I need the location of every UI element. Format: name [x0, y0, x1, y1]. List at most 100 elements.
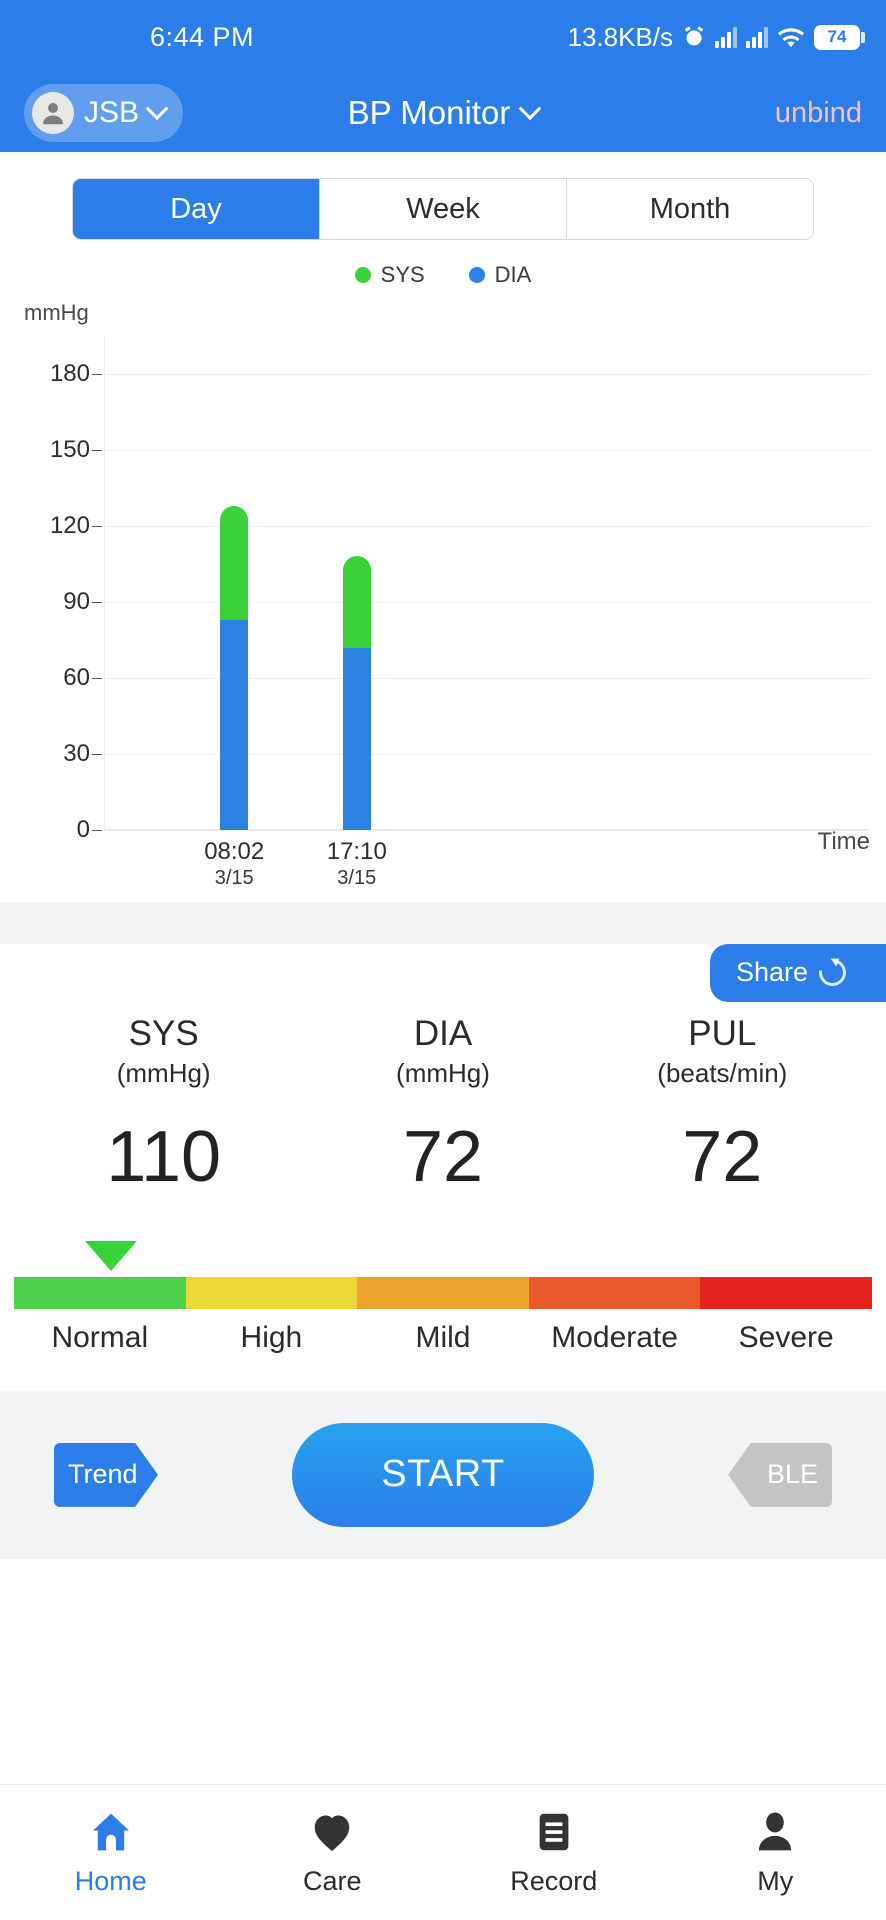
page-title-label: BP Monitor	[347, 94, 511, 131]
y-axis-tick: 180	[49, 360, 103, 387]
signal-bars-icon	[715, 26, 737, 48]
risk-scale: Normal High Mild Moderate Severe	[0, 1237, 886, 1355]
legend-dot-dia	[468, 267, 485, 283]
y-axis-tick: 150	[49, 436, 103, 463]
status-bar: 6:44 PM 13.8KB/s 74	[0, 0, 886, 74]
chart-plot-area[interactable]: 180 150 120 90 60 30 0 08:02 3/15 17:10 3/15	[50, 336, 870, 889]
ble-button[interactable]: BLE	[728, 1442, 832, 1507]
chart-gridline	[104, 754, 870, 755]
y-axis-tick: 90	[63, 588, 102, 615]
section-divider	[0, 902, 886, 944]
tab-day[interactable]: Day	[73, 179, 320, 239]
range-segmented-control: Day Week Month	[72, 178, 814, 240]
metric-sys: SYS (mmHg) 110	[24, 1012, 303, 1193]
risk-labels-row: Normal High Mild Moderate Severe	[14, 1321, 872, 1355]
risk-segment	[700, 1276, 872, 1309]
tab-month[interactable]: Month	[567, 179, 813, 239]
heart-icon	[309, 1808, 355, 1856]
chart-gridline	[104, 678, 870, 679]
risk-segment	[185, 1276, 358, 1309]
nav-item-my[interactable]: My	[665, 1808, 886, 1897]
chevron-down-icon	[145, 97, 169, 121]
nav-label-home: Home	[74, 1866, 147, 1896]
record-list-icon	[531, 1808, 577, 1856]
chart-bar-sys-segment	[342, 556, 371, 648]
risk-segment-label: High	[240, 1320, 303, 1354]
risk-segment	[357, 1276, 529, 1309]
nav-label-record: Record	[510, 1866, 598, 1896]
network-speed-label: 13.8KB/s	[567, 21, 673, 52]
x-axis-date: 3/15	[214, 866, 254, 889]
y-axis-tick: 120	[49, 512, 103, 539]
unbind-button[interactable]: unbind	[775, 97, 862, 130]
tab-week[interactable]: Week	[320, 179, 567, 239]
chart-gridline	[104, 602, 870, 603]
chart-legend: SYS DIA	[0, 262, 886, 288]
chart-bar-sys-segment	[220, 505, 249, 620]
risk-segment-label: Moderate	[551, 1320, 678, 1354]
user-avatar-icon	[32, 92, 74, 134]
metric-sys-unit: (mmHg)	[116, 1057, 211, 1088]
status-indicators: 13.8KB/s 74	[567, 21, 865, 53]
nav-label-my: My	[757, 1866, 794, 1896]
start-measure-button[interactable]: START	[292, 1422, 594, 1527]
refresh-share-icon	[813, 953, 852, 992]
risk-pointer-icon	[85, 1240, 138, 1271]
metric-pul: PUL (beats/min) 72	[583, 1012, 862, 1193]
y-axis-unit-label: mmHg	[24, 300, 89, 325]
user-profile-chip[interactable]: JSB	[24, 84, 184, 142]
range-selector-wrap: Day Week Month	[0, 152, 886, 240]
risk-segment-label: Normal	[51, 1320, 149, 1354]
risk-color-bar	[14, 1276, 872, 1309]
person-icon	[752, 1808, 798, 1856]
chart-bar[interactable]	[342, 556, 371, 830]
chevron-down-icon	[518, 97, 542, 121]
x-axis-tick-label: 17:10 3/15	[327, 838, 387, 890]
x-axis-tick-label: 08:02 3/15	[204, 838, 264, 890]
trend-button[interactable]: Trend	[54, 1442, 158, 1507]
chart-gridline	[104, 830, 870, 831]
wifi-icon	[777, 26, 805, 49]
action-bar: Trend START BLE	[0, 1390, 886, 1559]
nav-item-care[interactable]: Care	[222, 1808, 444, 1897]
chart-bar-dia-segment	[220, 619, 249, 830]
status-time: 6:44 PM	[150, 21, 255, 52]
nav-label-care: Care	[302, 1866, 362, 1896]
x-axis-time: 08:02	[204, 838, 265, 865]
risk-segment-label: Severe	[738, 1320, 834, 1354]
legend-dot-sys	[354, 267, 371, 283]
legend-label-sys: SYS	[380, 262, 425, 287]
chart-bar-dia-segment	[342, 647, 371, 830]
metric-dia-name: DIA	[413, 1014, 473, 1053]
y-axis-tick: 60	[63, 664, 102, 691]
chart-bar[interactable]	[220, 505, 249, 830]
chart-y-axis	[104, 336, 105, 830]
legend-label-dia: DIA	[494, 262, 532, 287]
risk-pointer-row	[0, 1237, 886, 1277]
metric-pul-name: PUL	[688, 1014, 757, 1053]
metric-sys-value: 110	[106, 1116, 222, 1197]
share-button[interactable]: Share	[710, 944, 886, 1002]
metric-pul-value: 72	[682, 1116, 763, 1197]
metric-sys-name: SYS	[128, 1014, 199, 1053]
app-header: JSB BP Monitor unbind	[0, 74, 886, 152]
battery-indicator: 74	[814, 24, 865, 50]
bp-chart: mmHg 180 150 120 90 60 30 0 08:02 3/15 17:10 3/15 …	[0, 292, 886, 902]
x-axis-time: 17:10	[326, 838, 387, 865]
risk-segment	[14, 1276, 186, 1309]
share-button-label: Share	[736, 957, 809, 987]
metric-dia: DIA (mmHg) 72	[303, 1012, 582, 1193]
nav-item-home[interactable]: Home	[0, 1808, 222, 1897]
chart-gridline	[104, 450, 870, 451]
nav-item-record[interactable]: Record	[443, 1808, 665, 1897]
metric-dia-unit: (mmHg)	[396, 1057, 490, 1088]
latest-reading-card: Share SYS (mmHg) 110 DIA (mmHg) 72 PUL (…	[0, 944, 886, 1391]
chart-gridline	[104, 374, 870, 375]
legend-item-dia: DIA	[468, 262, 532, 288]
y-axis-tick: 30	[63, 740, 102, 767]
risk-segment	[528, 1276, 701, 1309]
home-icon	[88, 1808, 134, 1856]
metric-pul-unit: (beats/min)	[657, 1057, 788, 1088]
bottom-navigation: Home Care Record My	[0, 1784, 886, 1920]
legend-item-sys: SYS	[354, 262, 425, 288]
